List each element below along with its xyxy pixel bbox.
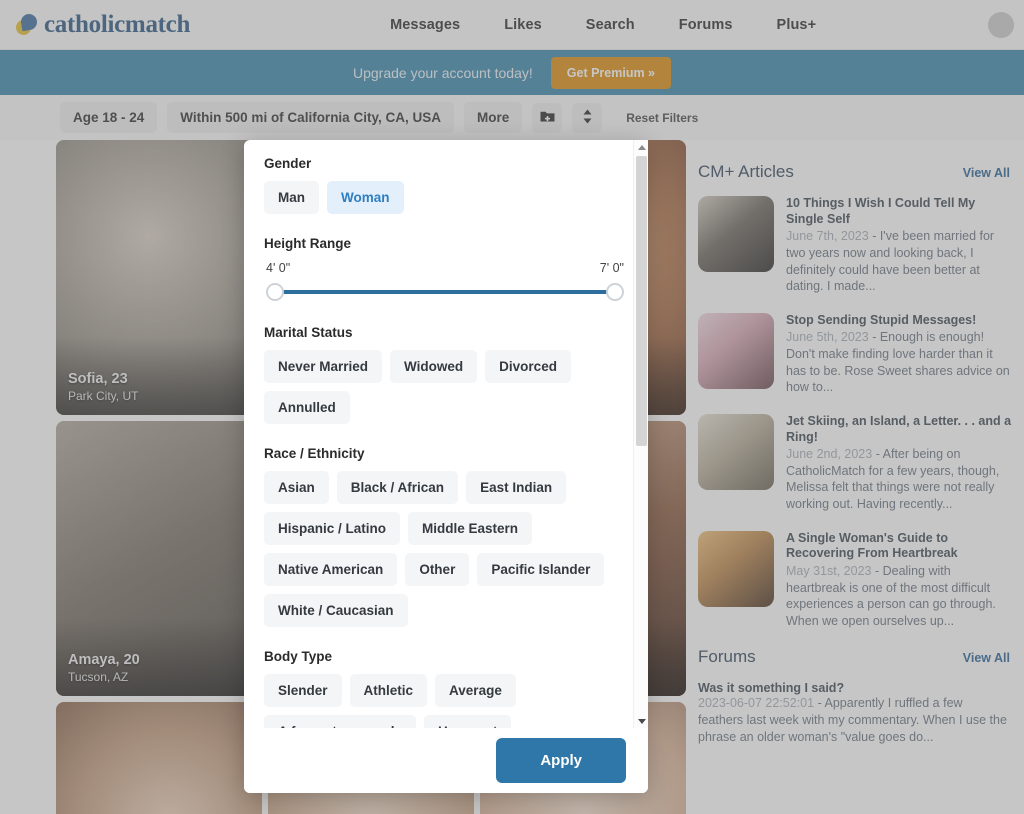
slider-handle-max[interactable] bbox=[606, 283, 624, 301]
page-root: catholicmatch Messages Likes Search Foru… bbox=[0, 0, 1024, 814]
race-ethnicity-title: Race / Ethnicity bbox=[264, 446, 365, 461]
marital-option-divorced[interactable]: Divorced bbox=[485, 350, 571, 383]
body-option-slender[interactable]: Slender bbox=[264, 674, 342, 707]
filter-modal: Gender Man Woman Height Range 4' 0" 7' 0… bbox=[244, 140, 648, 793]
filter-modal-scroll-area: Gender Man Woman Height Range 4' 0" 7' 0… bbox=[244, 140, 648, 728]
scroll-down-arrow-icon[interactable] bbox=[634, 714, 648, 728]
race-option-east-indian[interactable]: East Indian bbox=[466, 471, 567, 504]
scrollbar-thumb[interactable] bbox=[636, 156, 647, 446]
race-option-other[interactable]: Other bbox=[405, 553, 470, 586]
height-range-section: Height Range 4' 0" 7' 0" bbox=[264, 236, 626, 303]
body-option-a-few-extra-pounds[interactable]: A few extra pounds bbox=[264, 715, 417, 728]
race-ethnicity-options: Asian Black / African East Indian Hispan… bbox=[264, 471, 626, 627]
marital-status-title: Marital Status bbox=[264, 325, 353, 340]
race-option-pacific-islander[interactable]: Pacific Islander bbox=[477, 553, 605, 586]
scroll-up-arrow-icon[interactable] bbox=[634, 140, 648, 154]
apply-filters-button[interactable]: Apply bbox=[496, 738, 626, 783]
body-option-athletic[interactable]: Athletic bbox=[349, 674, 428, 707]
race-option-white-caucasian[interactable]: White / Caucasian bbox=[264, 594, 408, 627]
height-range-slider[interactable] bbox=[266, 281, 624, 303]
gender-option-man[interactable]: Man bbox=[264, 181, 319, 214]
race-option-asian[interactable]: Asian bbox=[264, 471, 329, 504]
marital-option-widowed[interactable]: Widowed bbox=[390, 350, 478, 383]
modal-scrollbar[interactable] bbox=[633, 140, 648, 728]
marital-option-never-married[interactable]: Never Married bbox=[264, 350, 383, 383]
filter-modal-footer: Apply bbox=[244, 728, 648, 793]
height-range-title: Height Range bbox=[264, 236, 352, 251]
body-type-title: Body Type bbox=[264, 649, 333, 664]
race-option-native-american[interactable]: Native American bbox=[264, 553, 398, 586]
body-option-heavyset[interactable]: Heavyset bbox=[424, 715, 512, 728]
gender-section-title: Gender bbox=[264, 156, 312, 171]
gender-section: Gender Man Woman bbox=[264, 156, 626, 214]
race-ethnicity-section: Race / Ethnicity Asian Black / African E… bbox=[264, 446, 626, 627]
marital-option-annulled[interactable]: Annulled bbox=[264, 391, 350, 424]
height-range-labels: 4' 0" 7' 0" bbox=[264, 261, 626, 275]
slider-handle-min[interactable] bbox=[266, 283, 284, 301]
race-option-hispanic-latino[interactable]: Hispanic / Latino bbox=[264, 512, 401, 545]
height-min-label: 4' 0" bbox=[266, 261, 291, 275]
gender-option-woman[interactable]: Woman bbox=[327, 181, 404, 214]
race-option-black-african[interactable]: Black / African bbox=[336, 471, 459, 504]
marital-status-section: Marital Status Never Married Widowed Div… bbox=[264, 325, 626, 424]
body-option-average[interactable]: Average bbox=[435, 674, 516, 707]
body-type-section: Body Type Slender Athletic Average A few… bbox=[264, 649, 626, 728]
marital-status-options: Never Married Widowed Divorced Annulled bbox=[264, 350, 626, 424]
body-type-options: Slender Athletic Average A few extra pou… bbox=[264, 674, 626, 728]
height-max-label: 7' 0" bbox=[599, 261, 624, 275]
race-option-middle-eastern[interactable]: Middle Eastern bbox=[408, 512, 533, 545]
slider-track bbox=[276, 290, 614, 294]
gender-options: Man Woman bbox=[264, 181, 626, 214]
